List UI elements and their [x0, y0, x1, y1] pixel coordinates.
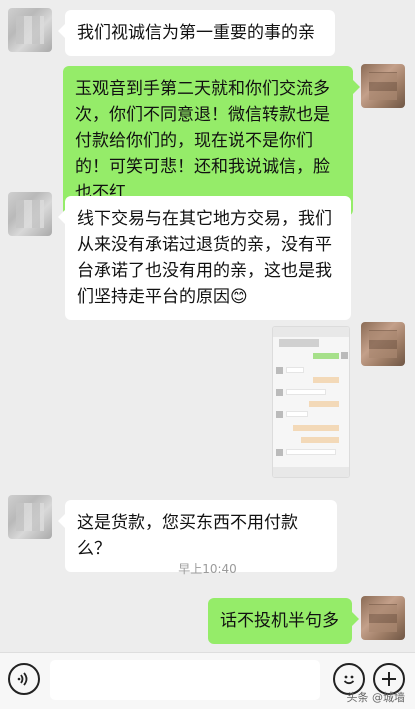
image-sent-line — [301, 437, 339, 443]
message-input[interactable] — [50, 660, 320, 700]
watermark: 头条 @城墙 — [346, 691, 406, 704]
message-text: 这是货款，您买东西不用付款么？ — [77, 513, 298, 559]
contact-avatar[interactable] — [8, 495, 52, 539]
plus-icon — [382, 672, 396, 686]
image-received-line — [286, 411, 308, 417]
image-status-bar — [273, 327, 349, 337]
message-bubble-received[interactable]: 线下交易与在其它地方交易，我们从来没有承诺过退货的亲，没有平台承诺了也没有用的亲… — [58, 196, 351, 320]
message-text: 我们视诚信为第一重要的事的亲 — [77, 23, 315, 43]
message-text: 话不投机半句多 — [220, 611, 339, 631]
emoji-icon — [343, 675, 355, 685]
image-received-line — [286, 449, 336, 455]
image-received-line — [286, 389, 326, 395]
image-input-bar — [273, 467, 349, 477]
image-sent-line — [293, 425, 339, 431]
message-bubble-sent[interactable]: 话不投机半句多 — [208, 598, 359, 644]
chat-input-bar: 头条 @城墙 — [0, 652, 415, 709]
user-avatar[interactable] — [361, 322, 405, 366]
message-bubble-received[interactable]: 我们视诚信为第一重要的事的亲 — [58, 10, 335, 56]
screenshot-image-message[interactable] — [272, 326, 350, 478]
image-title-bar — [279, 339, 319, 347]
image-avatar — [341, 352, 348, 359]
image-sent-line — [313, 377, 339, 383]
contact-avatar[interactable] — [8, 192, 52, 236]
image-avatar — [276, 389, 283, 396]
message-text: 玉观音到手第二天就和你们交流多次，你们不同意退！微信转款也是付款给你们的，现在说… — [75, 79, 330, 203]
user-avatar[interactable] — [361, 596, 405, 640]
voice-icon — [17, 672, 28, 686]
image-avatar — [276, 367, 283, 374]
image-sent-line — [313, 353, 339, 359]
user-avatar[interactable] — [361, 64, 405, 108]
message-text: 线下交易与在其它地方交易，我们从来没有承诺过退货的亲，没有平台承诺了也没有用的亲… — [77, 209, 332, 307]
voice-button[interactable] — [8, 663, 40, 695]
image-avatar — [276, 411, 283, 418]
message-timestamp: 早上10:40 — [178, 562, 237, 576]
image-received-line — [286, 367, 304, 373]
image-sent-line — [309, 401, 339, 407]
message-bubble-sent[interactable]: 玉观音到手第二天就和你们交流多次，你们不同意退！微信转款也是付款给你们的，现在说… — [63, 66, 360, 216]
contact-avatar[interactable] — [8, 8, 52, 52]
image-avatar — [276, 449, 283, 456]
